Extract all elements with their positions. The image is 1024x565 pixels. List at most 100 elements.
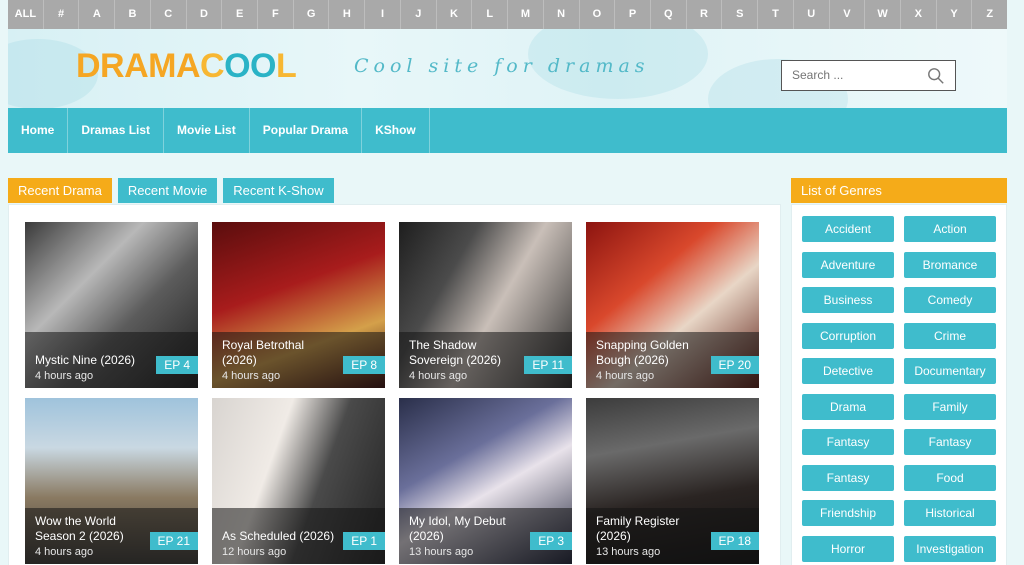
genre-fantasy[interactable]: Fantasy bbox=[802, 429, 894, 455]
alpha-link[interactable]: # bbox=[44, 0, 80, 29]
genre-action[interactable]: Action bbox=[904, 216, 996, 242]
search-box bbox=[781, 60, 956, 91]
drama-time: 12 hours ago bbox=[222, 546, 287, 558]
genre-detective[interactable]: Detective bbox=[802, 358, 894, 384]
nav-movie-list[interactable]: Movie List bbox=[164, 108, 250, 153]
episode-badge: EP 21 bbox=[149, 532, 198, 550]
site-tagline: Cool site for dramas bbox=[354, 55, 650, 77]
alpha-link[interactable]: X bbox=[901, 0, 937, 29]
genre-accident[interactable]: Accident bbox=[802, 216, 894, 242]
logo-text: OO bbox=[224, 47, 277, 85]
alpha-link[interactable]: W bbox=[865, 0, 901, 29]
nav-dramas-list[interactable]: Dramas List bbox=[68, 108, 165, 153]
alpha-link[interactable]: J bbox=[401, 0, 437, 29]
alpha-link[interactable]: A bbox=[79, 0, 116, 29]
alpha-link[interactable]: S bbox=[722, 0, 759, 29]
tab-recent-movie[interactable]: Recent Movie bbox=[117, 178, 218, 203]
alpha-link[interactable]: Q bbox=[651, 0, 687, 29]
drama-title: Royal Betrothal (2026) bbox=[222, 338, 305, 367]
drama-card[interactable]: As Scheduled (2026) 12 hours ago EP 1 bbox=[212, 398, 385, 564]
nav-home[interactable]: Home bbox=[8, 108, 69, 153]
genre-comedy[interactable]: Comedy bbox=[904, 287, 996, 313]
drama-time: 4 hours ago bbox=[35, 546, 94, 558]
alpha-link[interactable]: P bbox=[615, 0, 651, 29]
alpha-link[interactable]: Z bbox=[972, 0, 1007, 29]
logo-text: DRAMA bbox=[76, 47, 201, 85]
genre-crime[interactable]: Crime bbox=[904, 323, 996, 349]
episode-badge: EP 18 bbox=[710, 532, 759, 550]
drama-time: 13 hours ago bbox=[409, 546, 474, 558]
genre-friendship[interactable]: Friendship bbox=[802, 500, 894, 526]
genre-business[interactable]: Business bbox=[802, 287, 894, 313]
alphabet-bar: ALL # A B C D E F G H I J K L M N O P Q … bbox=[8, 0, 1007, 29]
alpha-link[interactable]: E bbox=[222, 0, 259, 29]
genre-investigation[interactable]: Investigation bbox=[904, 536, 996, 562]
search-icon[interactable] bbox=[927, 67, 945, 85]
alpha-link[interactable]: B bbox=[115, 0, 151, 29]
drama-title: Family Register (2026) bbox=[596, 514, 680, 543]
alpha-link[interactable]: F bbox=[258, 0, 294, 29]
drama-card[interactable]: Mystic Nine (2026) 4 hours ago EP 4 bbox=[25, 222, 198, 388]
genre-corruption[interactable]: Corruption bbox=[802, 323, 894, 349]
drama-card[interactable]: Snapping Golden Bough (2026) 4 hours ago… bbox=[586, 222, 759, 388]
nav-kshow[interactable]: KShow bbox=[362, 108, 430, 153]
alpha-link[interactable]: C bbox=[151, 0, 187, 29]
alpha-link[interactable]: Y bbox=[937, 0, 973, 29]
genre-fantasy[interactable]: Fantasy bbox=[802, 465, 894, 491]
alpha-link[interactable]: T bbox=[758, 0, 794, 29]
logo-text: L bbox=[276, 47, 297, 85]
genre-drama[interactable]: Drama bbox=[802, 394, 894, 420]
drama-title: Mystic Nine (2026) bbox=[35, 353, 136, 367]
alpha-link[interactable]: L bbox=[472, 0, 509, 29]
logo-text: C bbox=[200, 47, 225, 85]
drama-grid: Mystic Nine (2026) 4 hours ago EP 4 Roya… bbox=[8, 204, 781, 565]
alpha-link[interactable]: R bbox=[687, 0, 723, 29]
nav-popular-drama[interactable]: Popular Drama bbox=[250, 108, 363, 153]
drama-title: The Shadow Sovereign (2026) bbox=[409, 338, 502, 367]
drama-card[interactable]: Family Register (2026) 13 hours ago EP 1… bbox=[586, 398, 759, 564]
alpha-link[interactable]: N bbox=[544, 0, 580, 29]
genre-adventure[interactable]: Adventure bbox=[802, 252, 894, 278]
alpha-link[interactable]: M bbox=[508, 0, 544, 29]
genre-fantasy[interactable]: Fantasy bbox=[904, 429, 996, 455]
drama-card[interactable]: My Idol, My Debut (2026) 13 hours ago EP… bbox=[399, 398, 572, 564]
episode-badge: EP 20 bbox=[710, 356, 759, 374]
content-tabs: Recent Drama Recent Movie Recent K-Show bbox=[8, 178, 334, 203]
drama-card[interactable]: Wow the World Season 2 (2026) 4 hours ag… bbox=[25, 398, 198, 564]
genre-historical[interactable]: Historical bbox=[904, 500, 996, 526]
tab-recent-kshow[interactable]: Recent K-Show bbox=[223, 178, 334, 203]
drama-title: Snapping Golden Bough (2026) bbox=[596, 338, 689, 367]
drama-time: 13 hours ago bbox=[596, 546, 661, 558]
drama-card[interactable]: The Shadow Sovereign (2026) 4 hours ago … bbox=[399, 222, 572, 388]
drama-title: My Idol, My Debut (2026) bbox=[409, 514, 506, 543]
genre-documentary[interactable]: Documentary bbox=[904, 358, 996, 384]
tab-recent-drama[interactable]: Recent Drama bbox=[8, 178, 112, 203]
episode-badge: EP 8 bbox=[343, 356, 385, 374]
genres-heading: List of Genres bbox=[791, 178, 1007, 203]
alpha-link[interactable]: V bbox=[830, 0, 866, 29]
alpha-link[interactable]: U bbox=[794, 0, 830, 29]
genre-food[interactable]: Food bbox=[904, 465, 996, 491]
drama-title: Wow the World Season 2 (2026) bbox=[35, 514, 124, 543]
drama-time: 4 hours ago bbox=[409, 370, 468, 382]
genre-family[interactable]: Family bbox=[904, 394, 996, 420]
genre-horror[interactable]: Horror bbox=[802, 536, 894, 562]
alpha-link[interactable]: H bbox=[329, 0, 366, 29]
drama-time: 4 hours ago bbox=[35, 370, 94, 382]
drama-card[interactable]: Royal Betrothal (2026) 4 hours ago EP 8 bbox=[212, 222, 385, 388]
alpha-link[interactable]: O bbox=[580, 0, 616, 29]
alpha-link[interactable]: I bbox=[365, 0, 401, 29]
episode-badge: EP 1 bbox=[343, 532, 385, 550]
drama-time: 4 hours ago bbox=[222, 370, 281, 382]
drama-time: 4 hours ago bbox=[596, 370, 655, 382]
alpha-link[interactable]: ALL bbox=[8, 0, 44, 29]
drama-title: As Scheduled (2026) bbox=[222, 529, 335, 543]
alpha-link[interactable]: K bbox=[437, 0, 473, 29]
search-input[interactable] bbox=[792, 68, 922, 82]
main-nav: Home Dramas List Movie List Popular Dram… bbox=[8, 108, 1007, 153]
alpha-link[interactable]: G bbox=[294, 0, 330, 29]
genres-list: Accident Action Adventure Bromance Busin… bbox=[791, 204, 1007, 565]
genre-bromance[interactable]: Bromance bbox=[904, 252, 996, 278]
site-logo[interactable]: DRAMACOOL bbox=[76, 47, 297, 86]
alpha-link[interactable]: D bbox=[187, 0, 223, 29]
